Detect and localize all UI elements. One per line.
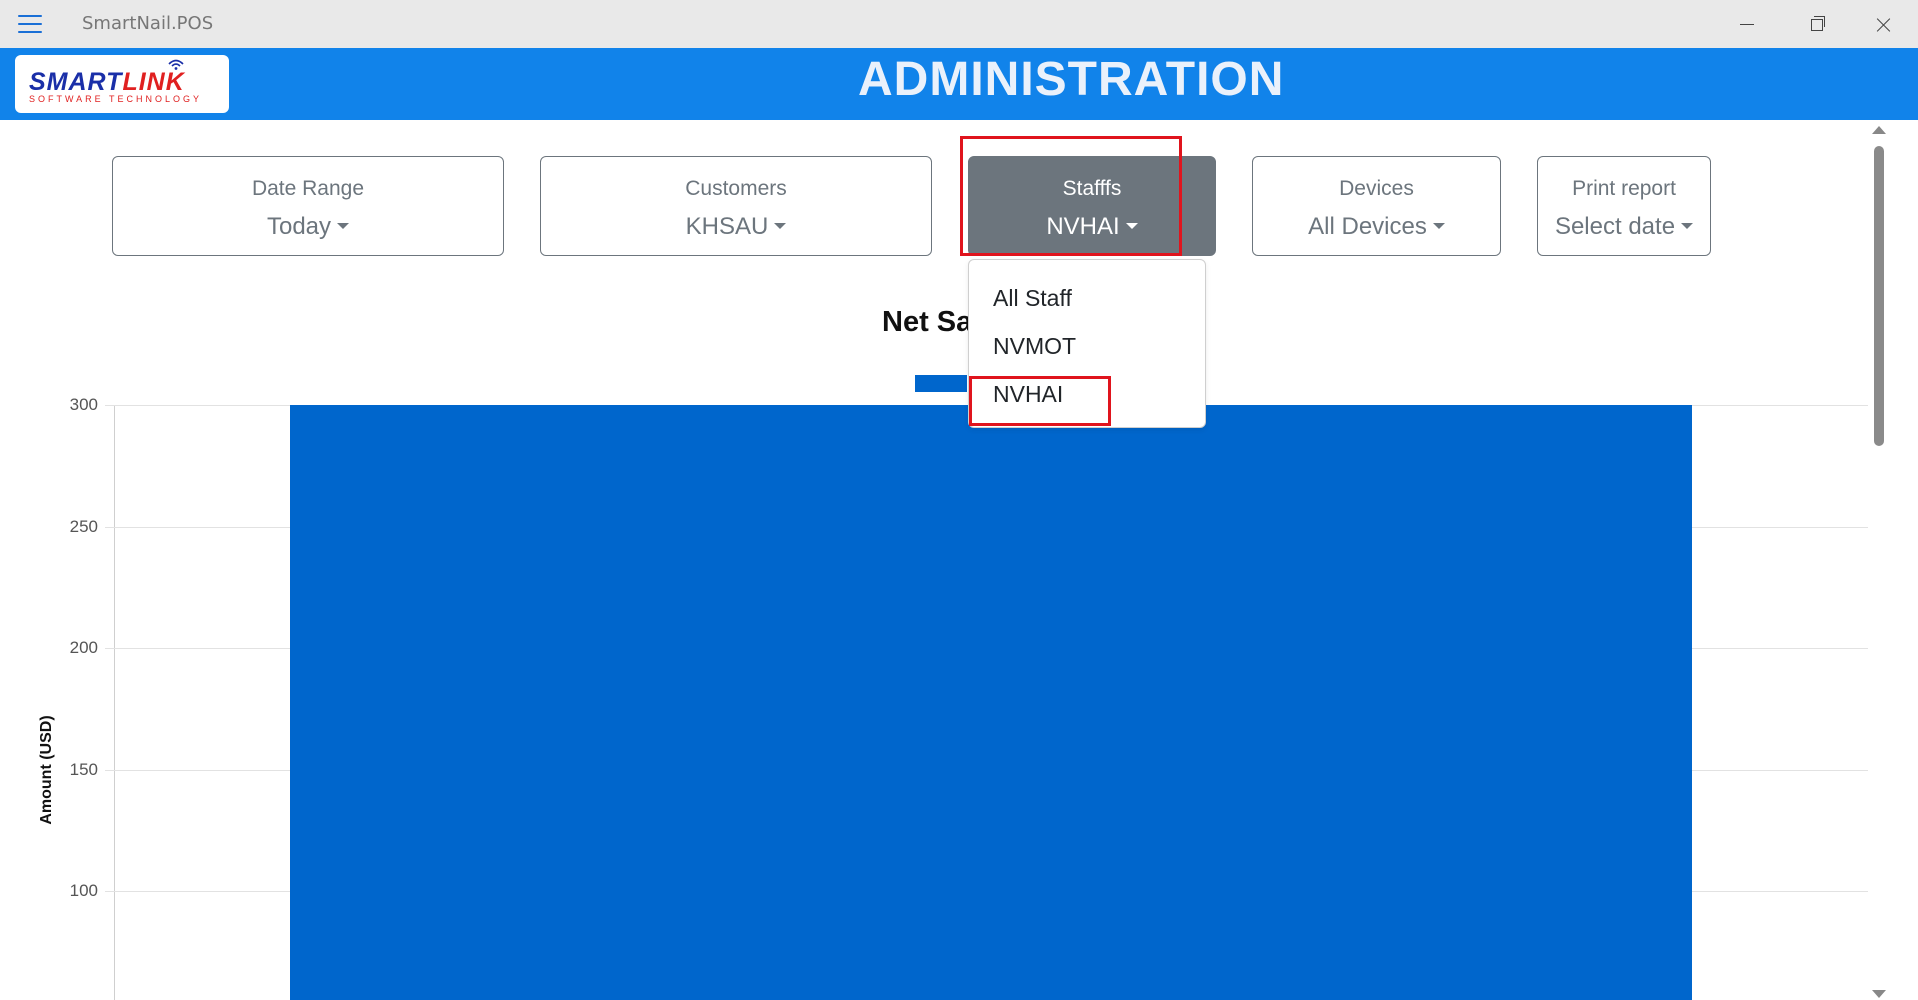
highlight-box-staffs [960,136,1182,256]
menu-icon[interactable] [18,15,42,33]
y-tick-label: 250 [69,517,98,536]
date-range-value: Today [113,213,503,241]
dropdown-item-all-staff[interactable]: All Staff [993,285,1072,312]
vertical-scrollbar[interactable] [1868,120,1890,1000]
scrollbar-thumb[interactable] [1874,146,1884,446]
y-tick-label: 150 [69,760,98,779]
customers-value: KHSAU [541,213,931,241]
window-title: SmartNail.POS [82,13,214,34]
caret-down-icon [337,223,350,229]
chart-title: Net Sa [882,306,973,338]
date-range-label: Date Range [251,177,365,200]
y-tick-label: 100 [69,881,98,900]
print-report-dropdown[interactable]: Print report Select date [1537,156,1711,256]
logo-tagline: SOFTWARE TECHNOLOGY [29,94,203,104]
y-axis-line [114,405,115,1000]
legend-swatch[interactable] [915,375,967,392]
devices-label: Devices [1339,177,1414,200]
logo-wordmark: SMARTLINK [29,68,185,96]
date-range-dropdown[interactable]: Date Range Today [112,156,504,256]
devices-dropdown[interactable]: Devices All Devices [1252,156,1501,256]
caret-down-icon [1432,223,1445,229]
customers-label: Customers [685,177,787,200]
minimize-button[interactable] [1726,10,1766,38]
smartlink-logo: SMARTLINK SOFTWARE TECHNOLOGY [15,55,229,113]
dropdown-item-nvmot[interactable]: NVMOT [993,333,1076,360]
close-button[interactable] [1864,10,1904,38]
devices-value: All Devices [1253,213,1500,241]
print-report-value: Select date [1538,213,1710,241]
scroll-down-arrow-icon[interactable] [1872,990,1886,998]
caret-down-icon [774,223,787,229]
highlight-box-nvhai [969,376,1111,426]
print-report-label: Print report [1572,177,1676,200]
scroll-up-arrow-icon[interactable] [1872,126,1886,134]
page-title: ADMINISTRATION [858,53,1285,106]
customers-dropdown[interactable]: Customers KHSAU [540,156,932,256]
restore-button[interactable] [1796,10,1836,38]
y-tick-label: 200 [69,638,98,657]
bar[interactable] [290,405,1692,1000]
caret-down-icon [1681,223,1694,229]
y-tick-label: 300 [69,395,98,414]
title-bar: SmartNail.POS [0,0,1918,48]
